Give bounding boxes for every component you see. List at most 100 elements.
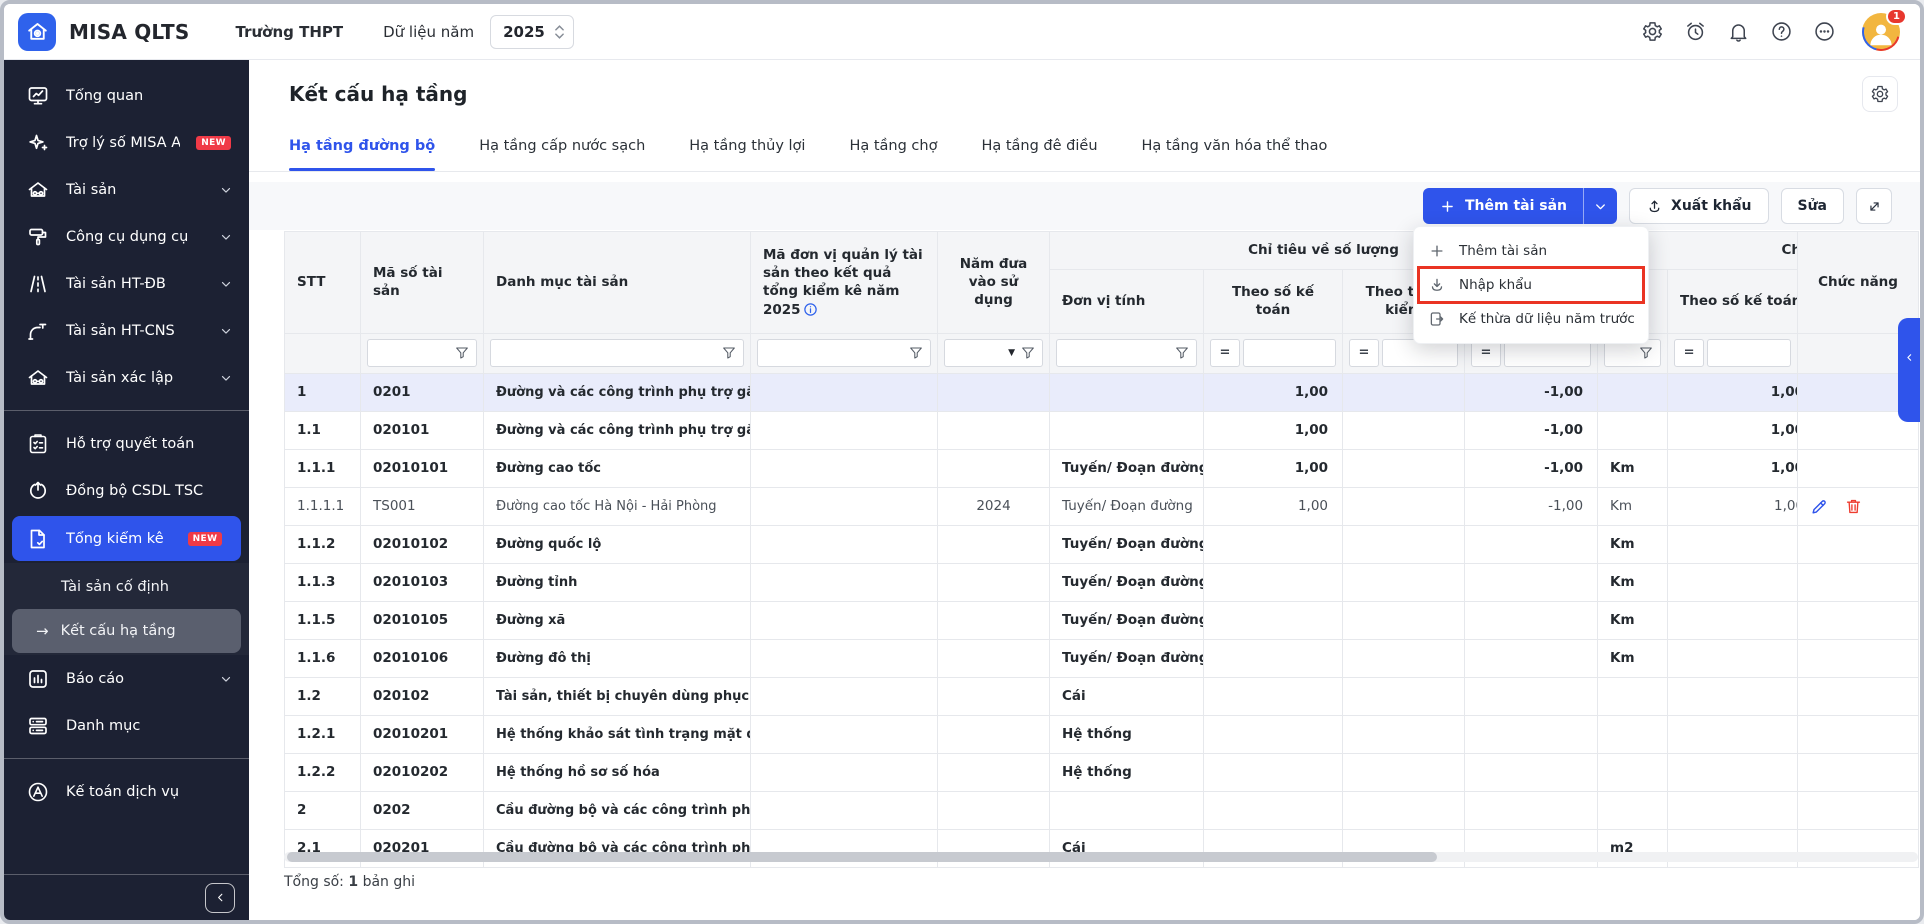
app-window: MISA QLTS Trường THPT Dữ liệu năm 2025 1 [0,0,1924,924]
table-row[interactable]: 1.1.602010106Đường đô thịTuyến/ Đoạn đườ… [285,639,1919,677]
filter-funnel-icon[interactable] [1638,345,1654,361]
table-row[interactable]: 1.1.202010102Đường quốc lộTuyến/ Đoạn đư… [285,525,1919,563]
sidebar-subitem[interactable]: Tài sản cố định [4,565,249,609]
filter-funnel-icon[interactable] [454,345,470,361]
filter-funnel-icon[interactable] [908,345,924,361]
cell-unit-code [751,601,938,639]
cell-asset-code: 020102 [361,677,484,715]
delete-row-icon[interactable] [1844,497,1863,516]
filter-unit2-input[interactable] [1611,343,1633,363]
org-name[interactable]: Trường THPT [235,23,343,41]
filter-funnel-icon[interactable] [1020,345,1036,361]
sidebar-item[interactable]: Hỗ trợ quyết toán [4,420,249,467]
cell-stt: 2 [285,791,361,829]
table-row[interactable]: 1.1.1.1TS001Đường cao tốc Hà Nội - Hải P… [285,487,1919,525]
tab-item[interactable]: Hạ tầng thủy lợi [689,134,805,171]
user-avatar[interactable]: 1 [1862,13,1900,51]
dropdown-caret-icon[interactable]: ▼ [1008,349,1015,358]
chevron-down-icon [219,371,233,385]
sidebar-item[interactable]: Báo cáo [4,655,249,702]
sidebar-item[interactable]: Tài sản HT-ĐB [4,260,249,307]
add-asset-button[interactable]: Thêm tài sản [1423,188,1583,224]
toolbar: Thêm tài sản Xuất khẩu Sửa [249,182,1920,230]
tab-item[interactable]: Hạ tầng đê điều [981,134,1097,171]
sidebar-subitem[interactable]: →Kết cấu hạ tầng [12,609,241,653]
cell-asset-name: Đường quốc lộ [484,525,751,563]
cell-unit2: Km [1598,563,1668,601]
tab-item[interactable]: Hạ tầng chợ [849,134,937,171]
cell-asset-name: Đường xã [484,601,751,639]
cell-value-accounting: 1,00 [1668,449,1798,487]
cell-year [938,639,1050,677]
cell-stt: 1.1 [285,411,361,449]
column-header-asset-category: Danh mục tài sản [484,232,751,334]
tab-active[interactable]: Hạ tầng đường bộ [289,134,435,171]
misa-logo-icon[interactable] [18,13,56,51]
reminder-icon[interactable] [1684,20,1707,43]
sidebar-item[interactable]: Tổng quan [4,72,249,119]
table-row[interactable]: 1.2.102010201Hệ thống khảo sát tình trạn… [285,715,1919,753]
info-icon[interactable] [803,302,818,317]
sidebar-collapse-button[interactable] [205,883,235,913]
table-row[interactable]: 1.1.302010103Đường tỉnhTuyến/ Đoạn đường… [285,563,1919,601]
filter-unit-code-input[interactable] [764,343,903,363]
sidebar-item[interactable]: Tài sản [4,166,249,213]
year-stepper-icon[interactable] [555,25,564,39]
filter-value-accounting-input[interactable] [1707,339,1791,367]
edit-button[interactable]: Sửa [1781,188,1845,224]
year-selector[interactable]: 2025 [490,15,574,49]
filter-funnel-icon[interactable] [721,345,737,361]
notifications-icon[interactable] [1727,20,1750,43]
filter-qty-accounting-input[interactable] [1243,339,1336,367]
equals-operator[interactable]: = [1349,339,1379,367]
cell-year [938,715,1050,753]
filter-asset-code-input[interactable] [374,343,449,363]
settings-icon[interactable] [1641,20,1664,43]
cell-qty-accounting [1204,791,1343,829]
help-icon[interactable] [1770,20,1793,43]
menu-item[interactable]: Kế thừa dữ liệu năm trước [1414,302,1648,336]
filter-unit1-input[interactable] [1063,343,1169,363]
equals-operator[interactable]: = [1674,339,1704,367]
table-row[interactable]: 20202Cầu đường bộ và các công trình phụ … [285,791,1919,829]
table-row[interactable]: 10201Đường và các công trình phụ trợ gắn… [285,373,1919,411]
sidebar-item[interactable]: Trợ lý số MISA AVANEW [4,119,249,166]
fullscreen-button[interactable] [1856,188,1892,224]
menu-item[interactable]: Thêm tài sản [1414,234,1648,268]
sidebar-item[interactable]: Đồng bộ CSDL TSC [4,467,249,514]
tab-item[interactable]: Hạ tầng văn hóa thể thao [1142,134,1328,171]
sidebar-item[interactable]: Danh mục [4,702,249,749]
table-row[interactable]: 1.1020101Đường và các công trình phụ trợ… [285,411,1919,449]
horizontal-scrollbar[interactable] [284,852,1918,862]
cell-qty-diff [1465,639,1598,677]
filter-asset-category-input[interactable] [497,343,716,363]
sidebar-item[interactable]: Tài sản HT-CNS [4,307,249,354]
cell-value-accounting: 1,00 [1668,373,1798,411]
add-asset-dropdown-toggle[interactable] [1583,188,1617,224]
filter-funnel-icon[interactable] [1174,345,1190,361]
menu-item[interactable]: Nhập khẩu [1414,268,1648,302]
equals-operator[interactable]: = [1210,339,1240,367]
table-row[interactable]: 1.1.502010105Đường xãTuyến/ Đoạn đườngKm [285,601,1919,639]
record-count: Tổng số: 1 bản ghi [284,874,415,890]
side-panel-toggle[interactable] [1898,318,1920,422]
add-asset-split-button: Thêm tài sản [1423,188,1617,224]
sidebar-item[interactable]: Kế toán dịch vụ [4,768,249,815]
table-settings-button[interactable] [1862,76,1898,112]
table-row[interactable]: 1.1.102010101Đường cao tốcTuyến/ Đoạn đư… [285,449,1919,487]
scrollbar-thumb[interactable] [287,852,1437,862]
sidebar-item[interactable]: Tài sản xác lập [4,354,249,401]
sidebar-item[interactable]: Công cụ dụng cụ [4,213,249,260]
column-header-value-accounting: Theo số kế toán [1668,270,1798,334]
sidebar-item[interactable]: Tổng kiểm kêNEW [12,516,241,561]
cell-year [938,525,1050,563]
table-row[interactable]: 1.2.202010202Hệ thống hồ sơ số hóaHệ thố… [285,753,1919,791]
table-row[interactable]: 1.2020102Tài sản, thiết bị chuyên dùng p… [285,677,1919,715]
export-button[interactable]: Xuất khẩu [1629,188,1768,224]
edit-row-icon[interactable] [1810,497,1829,516]
more-icon[interactable] [1813,20,1836,43]
cell-qty-diff: -1,00 [1465,373,1598,411]
filter-year-input[interactable] [951,343,1003,363]
cell-value-accounting [1668,563,1798,601]
tab-item[interactable]: Hạ tầng cấp nước sạch [479,134,645,171]
